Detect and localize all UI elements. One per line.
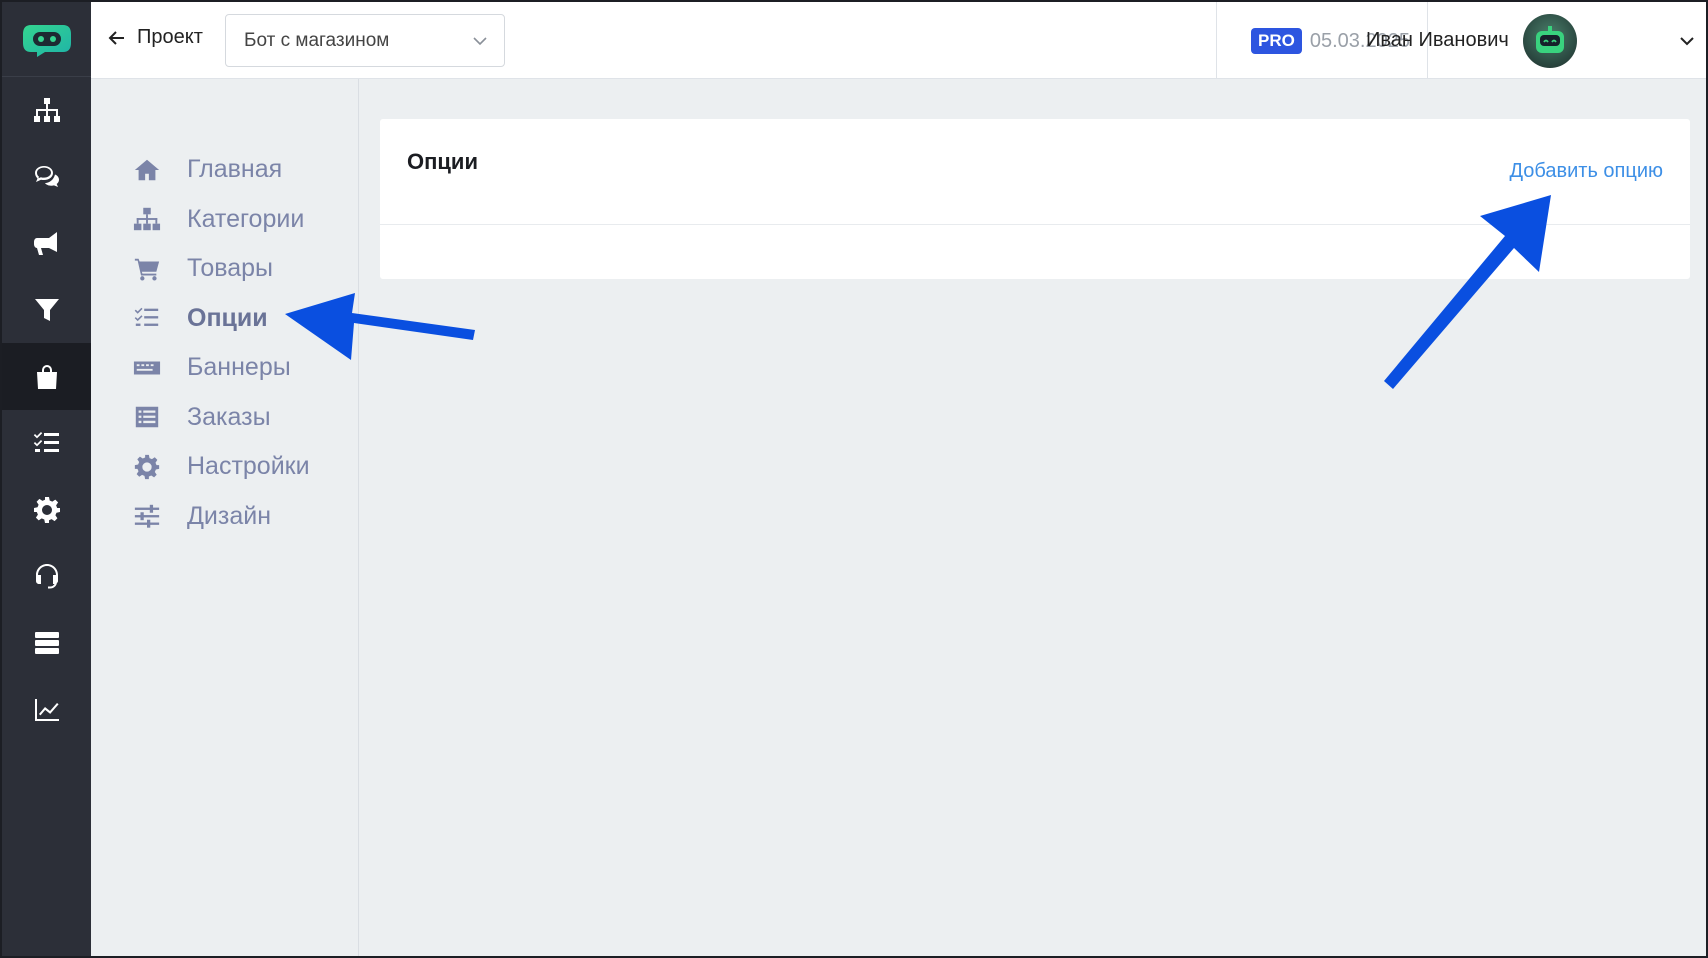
- keyboard-icon: [132, 353, 162, 383]
- sidebar-item-list[interactable]: Заказы: [91, 393, 358, 443]
- back-to-project-link[interactable]: Проект: [107, 26, 203, 49]
- server-icon: [34, 632, 59, 655]
- chevron-down-icon: [472, 33, 488, 55]
- sidebar-item-sliders[interactable]: Дизайн: [91, 492, 358, 542]
- sitemap-icon: [33, 98, 60, 123]
- checklist-icon: [33, 432, 59, 453]
- user-menu-chevron-icon[interactable]: [1678, 32, 1696, 55]
- list-icon: [132, 402, 162, 432]
- sliders-icon: [132, 501, 162, 531]
- sidebar-item-label: Настройки: [187, 452, 310, 481]
- home-icon: [132, 155, 162, 185]
- shop-sidebar: Главная Категории Товары Опции Баннеры Заказы…: [91, 79, 359, 956]
- gear-icon: [33, 496, 60, 523]
- user-name[interactable]: Иван Иванович: [1366, 29, 1509, 52]
- header-divider: [1216, 2, 1217, 79]
- icon-rail: [2, 2, 91, 956]
- sidebar-item-label: Дизайн: [187, 501, 272, 530]
- rail-item-filters[interactable]: [2, 277, 91, 344]
- megaphone-icon: [33, 232, 57, 256]
- sidebar-item-home[interactable]: Главная: [91, 145, 358, 195]
- cart-icon: [132, 254, 162, 284]
- project-select-value: Бот с магазином: [244, 29, 390, 51]
- back-label: Проект: [137, 26, 203, 48]
- app-logo[interactable]: [2, 2, 91, 77]
- sidebar-item-checklist[interactable]: Опции: [91, 294, 358, 344]
- filter-icon: [34, 299, 59, 322]
- pro-badge: PRO: [1251, 28, 1302, 54]
- page-title: Опции: [407, 149, 478, 174]
- rail-item-structure[interactable]: [2, 77, 91, 144]
- rail-item-settings[interactable]: [2, 477, 91, 544]
- sidebar-item-label: Баннеры: [187, 353, 291, 382]
- sidebar-item-sitemap[interactable]: Категории: [91, 195, 358, 245]
- options-card: Опции Добавить опцию: [380, 119, 1690, 279]
- card-divider: [380, 224, 1690, 225]
- project-select[interactable]: Бот с магазином: [225, 14, 505, 67]
- rail-item-support[interactable]: [2, 543, 91, 610]
- rail-item-tasks[interactable]: [2, 410, 91, 477]
- sidebar-item-label: Главная: [187, 155, 283, 184]
- gear-icon: [132, 452, 162, 482]
- arrow-left-icon: [108, 30, 124, 45]
- rail-item-analytics[interactable]: [2, 676, 91, 743]
- shopping-bag-icon: [36, 364, 57, 389]
- sidebar-item-gear[interactable]: Настройки: [91, 442, 358, 492]
- headset-icon: [35, 564, 58, 589]
- app-window: Проект Бот с магазином PRO 05.03.2025 Ив…: [0, 0, 1708, 958]
- add-option-link[interactable]: Добавить опцию: [1509, 160, 1663, 183]
- rail-item-broadcasts[interactable]: [2, 210, 91, 277]
- chat-icon: [34, 165, 59, 187]
- sidebar-item-cart[interactable]: Товары: [91, 244, 358, 294]
- avatar[interactable]: [1523, 14, 1577, 68]
- sidebar-item-label: Заказы: [187, 402, 271, 431]
- rail-item-shop[interactable]: [2, 343, 91, 410]
- sidebar-item-label: Товары: [187, 254, 273, 283]
- sidebar-item-keyboard[interactable]: Баннеры: [91, 343, 358, 393]
- sidebar-item-label: Опции: [187, 303, 268, 332]
- checklist-icon: [132, 303, 162, 333]
- chart-line-icon: [34, 698, 59, 721]
- sitemap-icon: [132, 204, 162, 234]
- bot-logo-icon: [22, 25, 71, 57]
- robot-avatar-icon: [1536, 26, 1564, 53]
- rail-item-chats[interactable]: [2, 144, 91, 211]
- rail-item-database[interactable]: [2, 610, 91, 677]
- sidebar-item-label: Категории: [187, 204, 305, 233]
